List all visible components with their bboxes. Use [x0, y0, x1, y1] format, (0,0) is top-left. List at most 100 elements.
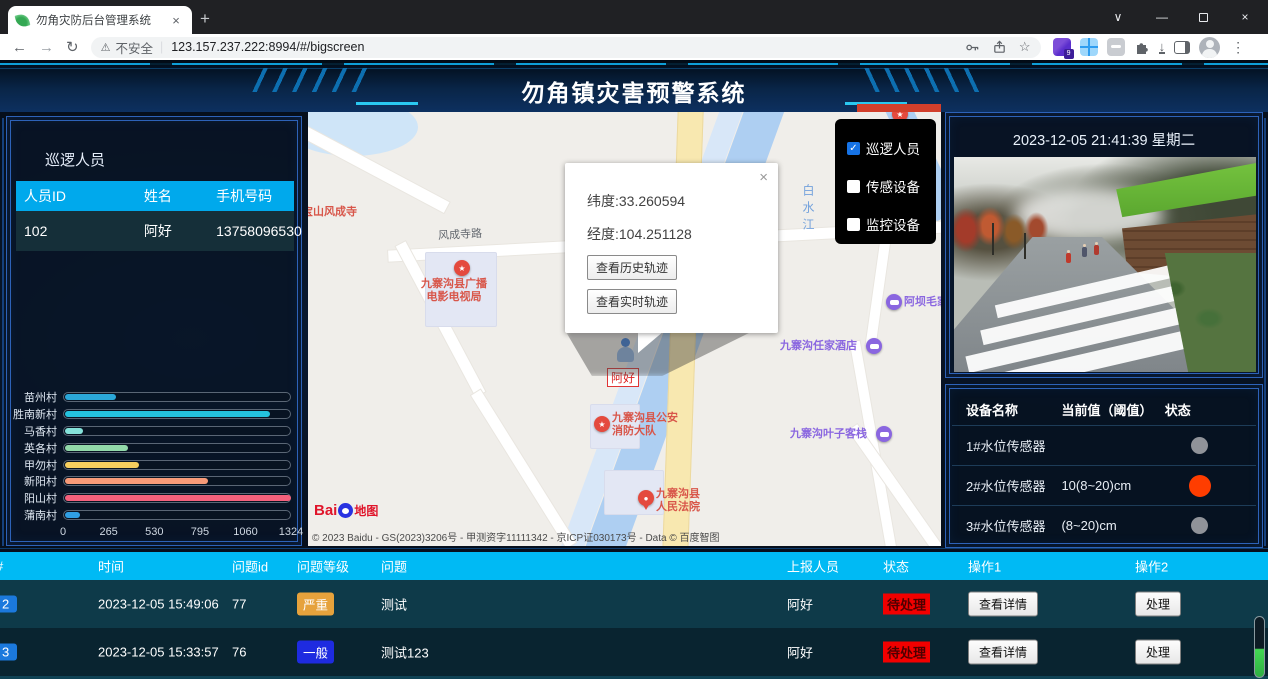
chart-bar-row: 蒲南村	[11, 507, 299, 524]
left-edge-decoration	[2, 118, 4, 546]
layer-checkbox-item[interactable]: 传感设备	[847, 167, 936, 205]
chart-bar-track	[63, 493, 291, 503]
close-window-button[interactable]: ×	[1238, 10, 1252, 24]
device-status	[1165, 475, 1256, 497]
map-river-label: 白水江	[800, 184, 817, 235]
chart-axis-tick: 0	[60, 526, 66, 538]
patrol-table-body: 102阿好13758096530	[16, 211, 294, 251]
map-road	[471, 390, 576, 546]
issue-col-header: 问题	[381, 557, 407, 576]
tab-search-chevron-icon[interactable]: ∨	[1111, 10, 1125, 24]
page-scrollbar[interactable]	[1254, 616, 1265, 678]
back-button[interactable]: ←	[12, 39, 27, 56]
password-key-icon[interactable]	[965, 40, 980, 55]
download-icon[interactable]: ↓	[1159, 41, 1166, 54]
patrol-phone: 13758096530	[216, 223, 294, 239]
chart-category-label: 苗州村	[11, 389, 57, 405]
handle-button[interactable]: 处理	[1135, 592, 1181, 617]
map-road	[848, 424, 941, 546]
chart-category-label: 英各村	[11, 440, 57, 456]
chart-axis-tick: 795	[191, 526, 209, 538]
share-icon[interactable]	[992, 40, 1007, 55]
baidu-logo: Bai 地图	[314, 502, 378, 519]
extension-chat-icon[interactable]	[1107, 38, 1125, 56]
side-panel-icon[interactable]	[1174, 41, 1190, 54]
map-poi-label: 九寨沟任家酒店	[780, 340, 857, 353]
issue-reporter: 阿好	[787, 595, 813, 614]
profile-avatar[interactable]	[1199, 37, 1220, 58]
divider	[0, 548, 1268, 549]
security-label: 不安全	[115, 38, 153, 57]
chart-bar-track	[63, 392, 291, 402]
handle-button[interactable]: 处理	[1135, 640, 1181, 665]
bookmark-star-icon[interactable]: ☆	[1019, 39, 1031, 55]
issue-text: 测试123	[381, 643, 429, 662]
popup-close-icon[interactable]: ×	[759, 169, 768, 186]
col-phone: 手机号码	[216, 186, 294, 206]
issue-col-header: 操作2	[1135, 557, 1168, 576]
device-name: 2#水位传感器	[952, 476, 1061, 495]
layer-checkbox[interactable]: ✓	[847, 142, 860, 155]
view-detail-button[interactable]: 查看详情	[968, 640, 1038, 665]
chart-bar-row: 新阳村	[11, 473, 299, 490]
header-line-decoration	[0, 63, 1268, 65]
extensions-puzzle-icon[interactable]	[1134, 39, 1150, 55]
address-bar[interactable]: ⚠ 不安全 | 123.157.237.222:8994/#/bigscreen…	[91, 37, 1041, 58]
browser-toolbar: ← → ↻ ⚠ 不安全 | 123.157.237.222:8994/#/big…	[0, 34, 1268, 60]
extensions-row: ↓ ⋮	[1053, 37, 1256, 58]
layer-checkbox-item[interactable]: 监控设备	[847, 205, 936, 243]
browser-tab[interactable]: 勿角灾防后台管理系统 ×	[8, 6, 192, 34]
map-poi-icon[interactable]: ●	[638, 490, 654, 506]
chart-bar-track	[63, 409, 291, 419]
map-poi-icon[interactable]	[886, 294, 902, 310]
status-dot	[1191, 517, 1208, 534]
issue-reporter: 阿好	[787, 643, 813, 662]
device-name: 3#水位传感器	[952, 516, 1061, 535]
chart-bar	[65, 478, 208, 484]
device-name: 1#水位传感器	[952, 436, 1061, 455]
reload-button[interactable]: ↻	[66, 38, 79, 56]
patrol-name: 阿好	[144, 221, 216, 241]
extension-dice-icon[interactable]	[1053, 38, 1071, 56]
chart-bar-track	[63, 426, 291, 436]
map-poi-icon[interactable]	[866, 338, 882, 354]
minimize-button[interactable]: —	[1155, 10, 1169, 24]
view-realtime-track-button[interactable]: 查看实时轨迹	[587, 289, 677, 314]
layer-checkbox[interactable]	[847, 218, 860, 231]
new-tab-button[interactable]: +	[200, 7, 210, 31]
browser-menu-icon[interactable]: ⋮	[1231, 39, 1245, 56]
device-table-body: 1#水位传感器2#水位传感器10(8~20)cm3#水位传感器(8~20)cm	[952, 425, 1256, 545]
layer-checkbox-item[interactable]: ✓巡逻人员	[847, 129, 936, 167]
map-attribution: © 2023 Baidu - GS(2023)3206号 - 甲测资字11111…	[312, 529, 720, 544]
issue-time: 2023-12-05 15:33:57	[98, 645, 219, 660]
popup-stem	[638, 331, 664, 353]
chart-bar-row: 胜南新村	[11, 406, 299, 423]
extension-grid-icon[interactable]	[1080, 38, 1098, 56]
view-history-track-button[interactable]: 查看历史轨迹	[587, 255, 677, 280]
header-line-decoration	[0, 68, 1268, 69]
title-underline	[356, 102, 418, 105]
map-poi-icon[interactable]: ★	[594, 416, 610, 432]
header-red-accent	[857, 104, 941, 112]
photo-person	[1066, 253, 1071, 263]
maximize-button[interactable]	[1199, 13, 1208, 22]
chart-category-label: 马香村	[11, 423, 57, 439]
map-poi-icon[interactable]: ★	[454, 260, 470, 276]
url-text[interactable]: 123.157.237.222:8994/#/bigscreen	[171, 40, 953, 54]
chart-bar-track	[63, 510, 291, 520]
forward-button[interactable]: →	[39, 39, 54, 56]
layer-checkbox[interactable]	[847, 180, 860, 193]
tab-close-icon[interactable]: ×	[168, 13, 184, 28]
site-favicon-icon	[15, 12, 31, 28]
map-poi-icon[interactable]	[876, 426, 892, 442]
baidu-map[interactable]: ★九寨沟县广播电影电视局★九寨沟县公安消防大队●九寨沟县人民法院宝山风成寺阿坝毛…	[308, 112, 941, 546]
bed-glyph	[880, 432, 889, 437]
photo-person	[1094, 245, 1099, 255]
map-poi-label: 九寨沟县公安消防大队	[612, 412, 678, 438]
chart-bars: 苗州村胜南新村马香村英各村甲勿村新阳村阳山村蒲南村	[11, 389, 299, 523]
issue-status: 待处理	[883, 594, 930, 615]
patrol-table-row: 102阿好13758096530	[16, 211, 294, 251]
view-detail-button[interactable]: 查看详情	[968, 592, 1038, 617]
chart-bar	[65, 512, 80, 518]
map-poi-label: 九寨沟县广播电影电视局	[412, 278, 496, 304]
